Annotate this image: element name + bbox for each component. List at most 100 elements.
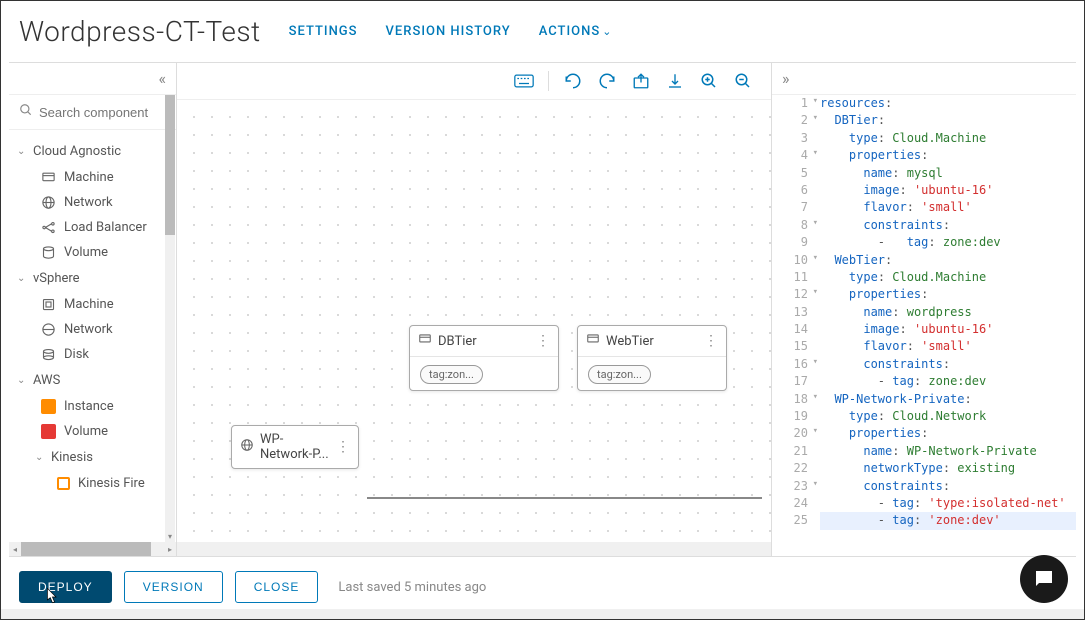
- code-line[interactable]: properties:: [820, 425, 1076, 442]
- scroll-down-icon[interactable]: ▾: [165, 532, 175, 542]
- code-editor[interactable]: 1▾2▾34▾5678▾910▾1112▾13141516▾17+18▾1920…: [772, 95, 1076, 556]
- zoom-out-icon[interactable]: [733, 71, 753, 91]
- zoom-in-icon[interactable]: [699, 71, 719, 91]
- code-line[interactable]: - tag: 'zone:dev': [820, 512, 1076, 529]
- close-button[interactable]: CLOSE: [235, 571, 319, 603]
- code-line[interactable]: name: mysql: [820, 165, 1076, 182]
- code-line[interactable]: networkType: existing: [820, 460, 1076, 477]
- fold-icon[interactable]: ▾: [813, 425, 818, 438]
- canvas-node-dbtier[interactable]: DBTier⋮tag:zon...: [409, 325, 559, 391]
- scroll-left-icon[interactable]: ◂: [9, 545, 21, 554]
- machine-icon: [586, 332, 600, 350]
- gutter-line: 23▾: [772, 478, 808, 495]
- import-icon[interactable]: [665, 71, 685, 91]
- node-tag-pill[interactable]: tag:zon...: [420, 365, 483, 384]
- sidebar-vscrollbar[interactable]: ▴ ▾: [165, 95, 175, 542]
- code-line[interactable]: DBTier:: [820, 112, 1076, 129]
- tree-item[interactable]: Disk: [9, 342, 176, 367]
- code-line[interactable]: resources:: [820, 95, 1076, 112]
- chat-help-button[interactable]: [1020, 555, 1068, 603]
- fold-icon[interactable]: ▾: [813, 147, 818, 160]
- fold-icon[interactable]: ▾: [813, 391, 818, 404]
- fold-icon[interactable]: ▾: [813, 356, 818, 369]
- tree-item[interactable]: Volume: [9, 240, 176, 265]
- fold-icon[interactable]: ▾: [813, 478, 818, 491]
- fold-icon[interactable]: ▾: [813, 286, 818, 299]
- tree-category[interactable]: ⌄vSphere: [9, 265, 176, 292]
- sidebar-vscroll-thumb[interactable]: [165, 95, 175, 235]
- code-line[interactable]: WebTier:: [820, 252, 1076, 269]
- node-header: WebTier⋮: [578, 326, 726, 357]
- sidebar-hscroll-thumb[interactable]: [21, 542, 151, 556]
- gutter-line: 21: [772, 443, 808, 460]
- tree-item[interactable]: Network: [9, 317, 176, 342]
- canvas-hscrollbar[interactable]: [177, 542, 771, 556]
- keyboard-icon[interactable]: [514, 71, 534, 91]
- tree-item[interactable]: Kinesis Fire: [9, 471, 176, 496]
- tree-subcategory[interactable]: ⌄Kinesis: [9, 444, 176, 471]
- code-line[interactable]: image: 'ubuntu-16': [820, 182, 1076, 199]
- sidebar-hscrollbar[interactable]: ◂ ▸: [9, 542, 176, 556]
- fold-icon[interactable]: ▾: [813, 217, 818, 230]
- code-line[interactable]: name: wordpress: [820, 304, 1076, 321]
- version-button[interactable]: VERSION: [124, 571, 223, 603]
- canvas-node-wpnet[interactable]: WP-Network-P...⋮: [231, 425, 359, 469]
- tree-item[interactable]: Instance: [9, 394, 176, 419]
- code-panel: » 1▾2▾34▾5678▾910▾1112▾13141516▾17+18▾19…: [771, 63, 1076, 556]
- code-expand-icon[interactable]: »: [782, 69, 790, 88]
- footer: DEPLOY VERSION CLOSE Last saved 5 minute…: [1, 557, 1084, 617]
- version-history-link[interactable]: VERSION HISTORY: [386, 24, 511, 39]
- component-tree: ⌄Cloud AgnosticMachineNetworkLoad Balanc…: [9, 130, 176, 504]
- scroll-right-icon[interactable]: ▸: [164, 545, 176, 554]
- code-line[interactable]: - tag: zone:dev: [820, 234, 1076, 251]
- network-icon: [240, 438, 254, 456]
- code-line[interactable]: name: WP-Network-Private: [820, 443, 1076, 460]
- node-body: tag:zon...: [410, 357, 558, 390]
- fold-icon[interactable]: ▾: [813, 112, 818, 125]
- tree-item[interactable]: Volume: [9, 419, 176, 444]
- code-line[interactable]: type: Cloud.Machine: [820, 269, 1076, 286]
- tree-item[interactable]: Load Balancer: [9, 215, 176, 240]
- fold-icon[interactable]: ▾: [813, 252, 818, 265]
- undo-icon[interactable]: [563, 71, 583, 91]
- chevron-down-icon: ⌄: [602, 25, 612, 38]
- code-line[interactable]: - tag: 'type:isolated-net': [820, 495, 1076, 512]
- code-line[interactable]: flavor: 'small': [820, 199, 1076, 216]
- redo-icon[interactable]: [597, 71, 617, 91]
- tree-item[interactable]: Network: [9, 190, 176, 215]
- code-line[interactable]: image: 'ubuntu-16': [820, 321, 1076, 338]
- settings-link[interactable]: SETTINGS: [289, 24, 358, 39]
- node-menu-icon[interactable]: ⋮: [336, 439, 350, 455]
- design-canvas[interactable]: DBTier⋮tag:zon...WebTier⋮tag:zon...WP-Ne…: [177, 100, 771, 542]
- tree-item[interactable]: Machine: [9, 165, 176, 190]
- code-line[interactable]: constraints:: [820, 217, 1076, 234]
- tree-category[interactable]: ⌄Cloud Agnostic: [9, 138, 176, 165]
- node-menu-icon[interactable]: ⋮: [536, 333, 550, 349]
- tree-item[interactable]: Machine: [9, 292, 176, 317]
- sidebar-collapse-icon[interactable]: «: [158, 69, 166, 88]
- fold-icon[interactable]: ▾: [813, 95, 818, 108]
- export-icon[interactable]: [631, 71, 651, 91]
- canvas-node-webtier[interactable]: WebTier⋮ tag:zon...: [577, 325, 727, 391]
- page-title: Wordpress-CT-Test: [19, 15, 261, 48]
- tree-item-label: Volume: [64, 245, 108, 260]
- code-line[interactable]: constraints:: [820, 356, 1076, 373]
- gutter-line: 10▾: [772, 252, 808, 269]
- code-line[interactable]: type: Cloud.Machine: [820, 130, 1076, 147]
- search-icon: [19, 103, 33, 121]
- code-line[interactable]: type: Cloud.Network: [820, 408, 1076, 425]
- code-line[interactable]: flavor: 'small': [820, 338, 1076, 355]
- code-line[interactable]: constraints:: [820, 478, 1076, 495]
- search-input[interactable]: [39, 105, 166, 120]
- node-menu-icon[interactable]: ⋮: [704, 333, 718, 349]
- code-line[interactable]: properties:: [820, 147, 1076, 164]
- node-tag-pill[interactable]: tag:zon...: [588, 365, 651, 384]
- tree-item-label: Load Balancer: [64, 220, 147, 235]
- code-line[interactable]: WP-Network-Private:: [820, 391, 1076, 408]
- actions-dropdown[interactable]: ACTIONS⌄: [539, 24, 613, 39]
- tree-category[interactable]: ⌄AWS: [9, 367, 176, 394]
- page-hscrollbar[interactable]: [1, 609, 1084, 619]
- code-line[interactable]: properties:: [820, 286, 1076, 303]
- code-line[interactable]: - tag: zone:dev: [820, 373, 1076, 390]
- deploy-button[interactable]: DEPLOY: [19, 571, 112, 603]
